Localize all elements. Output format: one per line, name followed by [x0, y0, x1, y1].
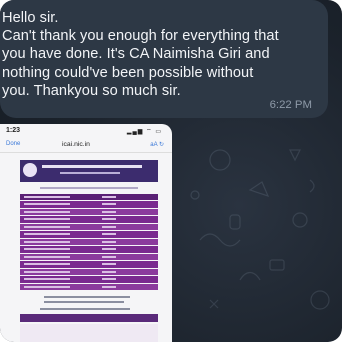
site-footer-content [20, 324, 158, 342]
browser-url-bar: Done icai.nic.in aA ↻ [0, 138, 172, 153]
site-header-title-blur [42, 165, 142, 168]
table-row [20, 268, 158, 276]
result-table [20, 194, 158, 291]
chat-window: Hello sir. Can't thank you enough for ev… [0, 0, 342, 342]
table-row [20, 216, 158, 223]
browser-url: icai.nic.in [62, 141, 90, 148]
site-header-banner [20, 160, 158, 182]
site-footer-band [20, 314, 158, 322]
table-footnote-blur [44, 301, 124, 303]
attached-screenshot-image[interactable]: 1:23 ▂▄▆ ⌔ ▭ Done icai.nic.in aA ↻ [0, 124, 172, 342]
table-row [20, 246, 158, 253]
institute-logo-icon [23, 163, 37, 177]
browser-reload-icon: aA ↻ [150, 142, 164, 148]
table-row [20, 276, 158, 283]
signal-wifi-battery-icon: ▂▄▆ ⌔ ▭ [126, 129, 162, 135]
table-row [20, 238, 158, 246]
message-bubble[interactable]: Hello sir. Can't thank you enough for ev… [0, 0, 328, 118]
status-time: 1:23 [6, 127, 21, 134]
table-row [20, 283, 158, 291]
table-row [20, 223, 158, 231]
table-row [20, 231, 158, 238]
site-header-subtitle-blur [60, 172, 120, 174]
result-heading-blur [40, 187, 138, 189]
table-row [20, 194, 158, 201]
table-row [20, 208, 158, 216]
table-row [20, 261, 158, 268]
table-footnote-blur [44, 296, 130, 298]
table-row [20, 201, 158, 208]
table-footnote-blur [40, 308, 130, 310]
table-row [20, 253, 158, 261]
message-timestamp: 6:22 PM [269, 99, 312, 111]
browser-done-button: Done [6, 141, 21, 147]
phone-status-bar: 1:23 ▂▄▆ ⌔ ▭ [0, 124, 172, 138]
message-text: Hello sir. Can't thank you enough for ev… [2, 10, 279, 99]
